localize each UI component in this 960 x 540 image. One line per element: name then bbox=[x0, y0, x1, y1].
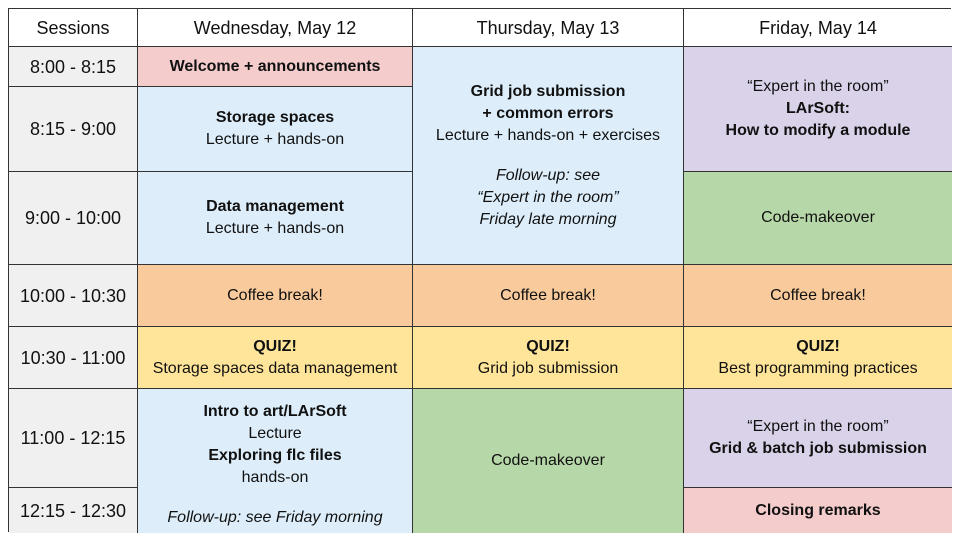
fri-closing-label: Closing remarks bbox=[755, 501, 881, 519]
wed-coffee-label: Coffee break! bbox=[227, 286, 323, 304]
wed-storage-title: Storage spaces bbox=[215, 109, 335, 126]
thu-quiz: QUIZ! Grid job submission bbox=[413, 327, 684, 389]
thu-followup1: Follow-up: see bbox=[495, 166, 601, 184]
wed-art-larsoft: Intro to art/LArSoft Lecture Exploring f… bbox=[138, 389, 413, 533]
thu-followup2: “Expert in the room” bbox=[477, 188, 619, 206]
fri-code-makeover: Code-makeover bbox=[684, 172, 952, 265]
fri-expert-grid: “Expert in the room” Grid & batch job su… bbox=[684, 389, 952, 488]
fri-grid-batch: Grid & batch job submission bbox=[709, 440, 927, 457]
thu-coffee: Coffee break! bbox=[413, 265, 684, 327]
time-slot: 10:30 - 11:00 bbox=[9, 327, 138, 389]
thu-grid-job: Grid job submission + common errors Lect… bbox=[413, 47, 684, 265]
wed-quiz-sub: Storage spaces data management bbox=[152, 359, 398, 377]
wed-coffee: Coffee break! bbox=[138, 265, 413, 327]
time-label: 10:30 - 11:00 bbox=[20, 347, 126, 368]
time-slot: 8:00 - 8:15 bbox=[9, 47, 138, 87]
thu-code-makeover: Code-makeover bbox=[413, 389, 684, 533]
wed-data-title: Data management bbox=[206, 198, 344, 215]
wed-quiz: QUIZ! Storage spaces data management bbox=[138, 327, 413, 389]
wed-flc-sub: hands-on bbox=[241, 469, 309, 486]
wed-storage: Storage spaces Lecture + hands-on bbox=[138, 87, 413, 172]
fri-quiz: QUIZ! Best programming practices bbox=[684, 327, 952, 389]
thu-grid-title2: + common errors bbox=[482, 104, 614, 122]
wed-welcome-label: Welcome + announcements bbox=[169, 57, 381, 75]
fri-larsoft-title: LArSoft: bbox=[786, 100, 850, 117]
wed-data-sub: Lecture + hands-on bbox=[205, 220, 345, 237]
time-label: 12:15 - 12:30 bbox=[19, 500, 127, 521]
time-slot: 12:15 - 12:30 bbox=[9, 488, 138, 533]
fri-quiz-title: QUIZ! bbox=[796, 337, 840, 355]
wed-followup: Follow-up: see Friday morning bbox=[167, 509, 383, 526]
time-slot: 8:15 - 9:00 bbox=[9, 87, 138, 172]
header-friday: Friday, May 14 bbox=[684, 9, 952, 47]
header-wednesday-label: Wednesday, May 12 bbox=[193, 17, 357, 38]
wed-welcome: Welcome + announcements bbox=[138, 47, 413, 87]
time-slot: 10:00 - 10:30 bbox=[9, 265, 138, 327]
wed-art-title: Intro to art/LArSoft bbox=[203, 403, 347, 420]
fri-expert2: “Expert in the room” bbox=[747, 418, 889, 435]
fri-expert1: “Expert in the room” bbox=[747, 78, 889, 95]
fri-larsoft-sub: How to modify a module bbox=[725, 122, 911, 139]
header-friday-label: Friday, May 14 bbox=[759, 17, 877, 38]
header-sessions: Sessions bbox=[9, 9, 138, 47]
time-label: 8:15 - 9:00 bbox=[29, 119, 117, 139]
fri-coffee-label: Coffee break! bbox=[770, 286, 866, 304]
fri-makeover-label: Code-makeover bbox=[761, 209, 875, 226]
fri-expert-larsoft: “Expert in the room” LArSoft: How to mod… bbox=[684, 47, 952, 172]
header-wednesday: Wednesday, May 12 bbox=[138, 9, 413, 47]
thu-grid-sub: Lecture + hands-on + exercises bbox=[435, 126, 661, 144]
header-sessions-label: Sessions bbox=[36, 17, 110, 38]
schedule-table: Sessions Wednesday, May 12 Thursday, May… bbox=[8, 8, 952, 533]
wed-quiz-title: QUIZ! bbox=[253, 337, 297, 355]
wed-data-management: Data management Lecture + hands-on bbox=[138, 172, 413, 265]
fri-quiz-sub: Best programming practices bbox=[718, 359, 918, 377]
wed-flc-title: Exploring flc files bbox=[208, 447, 342, 464]
thu-coffee-label: Coffee break! bbox=[500, 286, 596, 304]
wed-art-sub: Lecture bbox=[248, 425, 302, 442]
wed-storage-sub: Lecture + hands-on bbox=[205, 131, 345, 148]
thu-quiz-sub: Grid job submission bbox=[477, 359, 619, 377]
fri-coffee: Coffee break! bbox=[684, 265, 952, 327]
time-slot: 9:00 - 10:00 bbox=[9, 172, 138, 265]
time-slot: 11:00 - 12:15 bbox=[9, 389, 138, 488]
time-label: 11:00 - 12:15 bbox=[20, 428, 126, 448]
thu-followup3: Friday late morning bbox=[479, 210, 617, 228]
thu-grid-title1: Grid job submission bbox=[470, 82, 626, 100]
time-label: 10:00 - 10:30 bbox=[19, 285, 127, 306]
time-label: 8:00 - 8:15 bbox=[29, 56, 117, 77]
thu-quiz-title: QUIZ! bbox=[526, 337, 570, 355]
time-label: 9:00 - 10:00 bbox=[24, 208, 122, 228]
fri-closing: Closing remarks bbox=[684, 488, 952, 533]
header-thursday: Thursday, May 13 bbox=[413, 9, 684, 47]
header-thursday-label: Thursday, May 13 bbox=[476, 17, 620, 38]
thu-makeover-label: Code-makeover bbox=[491, 452, 605, 469]
